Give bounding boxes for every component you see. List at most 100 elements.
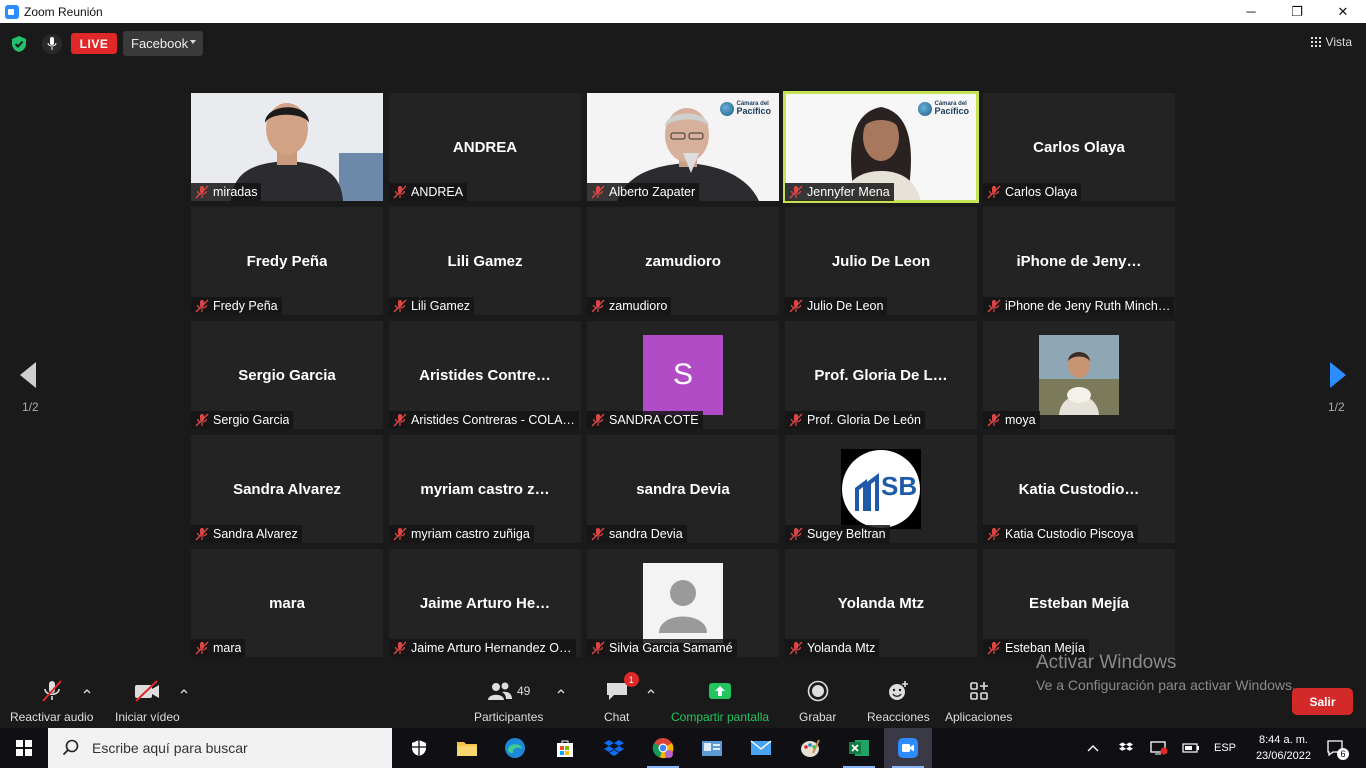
participant-avatar-photo — [1039, 335, 1119, 415]
participant-nameplate: Sergio Garcia — [191, 411, 294, 429]
muted-mic-icon — [789, 527, 803, 541]
clock-date: 23/06/2022 — [1255, 750, 1311, 762]
chat-button[interactable]: 1 Chat — [604, 672, 639, 724]
participants-label: Participantes — [474, 710, 544, 724]
next-page-arrow-icon[interactable] — [1328, 360, 1348, 390]
participant-tile[interactable]: moya — [983, 321, 1175, 429]
participant-tile[interactable]: mara mara — [191, 549, 383, 657]
contacts-app-icon[interactable] — [688, 728, 736, 768]
share-screen-button[interactable]: Compartir pantalla — [671, 678, 769, 724]
participant-tile[interactable]: Jaime Arturo He… Jaime Arturo Hernandez O… — [389, 549, 581, 657]
start-button[interactable] — [0, 728, 48, 768]
participant-nameplate: Fredy Peña — [191, 297, 282, 315]
participant-tile[interactable]: Julio De Leon Julio De Leon — [785, 207, 977, 315]
muted-mic-icon — [393, 185, 407, 199]
participant-nameplate: SANDRA COTE — [587, 411, 703, 429]
participant-tile[interactable]: S SANDRA COTE — [587, 321, 779, 429]
taskbar-search-input[interactable]: Escribe aquí para buscar — [48, 728, 392, 768]
stream-target-dropdown[interactable]: Facebook — [123, 31, 203, 56]
live-badge[interactable]: LIVE — [71, 33, 117, 54]
apps-icon — [968, 678, 990, 704]
page-indicator-left: 1/2 — [22, 400, 39, 414]
chat-options-chevron-icon[interactable] — [647, 688, 655, 694]
participant-tile[interactable]: Sandra Alvarez Sandra Alvarez — [191, 435, 383, 543]
participants-options-chevron-icon[interactable] — [557, 688, 565, 694]
minimize-button[interactable]: ─ — [1228, 0, 1274, 23]
apps-label: Aplicaciones — [945, 710, 1013, 724]
participant-nameplate: Aristides Contreras - COLA… — [389, 411, 579, 429]
file-explorer-icon[interactable] — [443, 728, 491, 768]
participant-tile[interactable]: Aristides Contre… Aristides Contreras - C… — [389, 321, 581, 429]
participant-tile[interactable]: myriam castro z… myriam castro zuñiga — [389, 435, 581, 543]
participant-tile[interactable]: Lili Gamez Lili Gamez — [389, 207, 581, 315]
participant-tile[interactable]: Esteban Mejía Esteban Mejía — [983, 549, 1175, 657]
participant-nameplate: mara — [191, 639, 246, 657]
notifications-icon[interactable]: 6 — [1325, 728, 1349, 768]
view-button[interactable]: Vista — [1310, 35, 1352, 49]
participant-tile[interactable]: ANDREA ANDREA — [389, 93, 581, 201]
participant-tile[interactable]: Cámara del Pacífico Alberto Zapater — [587, 93, 779, 201]
dropbox-tray-icon[interactable] — [1118, 728, 1134, 768]
close-window-button[interactable]: ✕ — [1320, 0, 1366, 23]
reactions-label: Reacciones — [867, 710, 930, 724]
network-tray-icon[interactable] — [1150, 728, 1168, 768]
participant-tile[interactable]: Sergio Garcia Sergio Garcia — [191, 321, 383, 429]
excel-app-icon[interactable] — [835, 728, 883, 768]
participant-name: moya — [1005, 413, 1036, 427]
zoom-app-taskbar-icon[interactable] — [884, 728, 932, 768]
participant-tile[interactable]: Fredy Peña Fredy Peña — [191, 207, 383, 315]
dropbox-icon[interactable] — [590, 728, 638, 768]
participant-nameplate: ANDREA — [389, 183, 468, 201]
participant-nameplate: Yolanda Mtz — [785, 639, 880, 657]
muted-mic-icon — [591, 413, 605, 427]
participant-tile[interactable]: miradas — [191, 93, 383, 201]
record-button[interactable]: Grabar — [799, 678, 836, 724]
participant-tile[interactable]: Carlos Olaya Carlos Olaya — [983, 93, 1175, 201]
edge-browser-icon[interactable] — [491, 728, 539, 768]
maximize-button[interactable]: ❐ — [1274, 0, 1320, 23]
mail-app-icon[interactable] — [737, 728, 785, 768]
participant-name: Katia Custodio Piscoya — [1005, 527, 1134, 541]
video-options-chevron-icon[interactable] — [180, 688, 188, 694]
notifications-count: 6 — [1337, 748, 1349, 760]
audio-options-chevron-icon[interactable] — [83, 688, 91, 694]
show-hidden-icons-chevron-icon[interactable] — [1086, 728, 1100, 768]
leave-meeting-button[interactable]: Salir — [1292, 688, 1353, 715]
chat-label: Chat — [604, 710, 630, 724]
participant-tile[interactable]: Silvia Garcia Samamé — [587, 549, 779, 657]
security-shield-icon[interactable] — [10, 35, 28, 53]
chat-unread-badge: 1 — [623, 672, 639, 687]
previous-page-arrow-icon[interactable] — [18, 360, 38, 390]
task-view-shield-icon[interactable] — [395, 728, 443, 768]
participant-tile[interactable]: Yolanda Mtz Yolanda Mtz — [785, 549, 977, 657]
participant-name: Alberto Zapater — [609, 185, 696, 199]
participant-tile[interactable]: iPhone de Jeny… iPhone de Jeny Ruth Minch… — [983, 207, 1175, 315]
participant-nameplate: Katia Custodio Piscoya — [983, 525, 1138, 543]
participant-nameplate: Sandra Alvarez — [191, 525, 302, 543]
participant-tile[interactable]: sandra Devia sandra Devia — [587, 435, 779, 543]
microsoft-store-icon[interactable] — [541, 728, 589, 768]
chrome-browser-icon[interactable] — [639, 728, 687, 768]
battery-tray-icon[interactable] — [1181, 728, 1201, 768]
muted-mic-icon — [789, 299, 803, 313]
participant-tile[interactable]: SB Sugey Beltran — [785, 435, 977, 543]
language-indicator[interactable]: ESP — [1214, 728, 1236, 768]
mic-status-icon[interactable] — [42, 34, 62, 54]
participant-tile[interactable]: Prof. Gloria De L… Prof. Gloria De León — [785, 321, 977, 429]
paint-app-icon[interactable] — [786, 728, 834, 768]
start-video-button[interactable]: Iniciar vídeo — [115, 678, 180, 724]
taskbar-clock[interactable]: 8:44 a. m. 23/06/2022 — [1256, 732, 1311, 764]
participant-avatar: S — [643, 335, 723, 415]
participant-gallery: miradas ANDREA ANDREA Cámara del Pacífico Alb… — [191, 91, 1175, 657]
apps-button[interactable]: Aplicaciones — [945, 678, 1012, 724]
muted-mic-icon — [195, 641, 209, 655]
reactions-button[interactable]: Reacciones — [867, 678, 930, 724]
participants-button[interactable]: 49 Participantes — [474, 678, 543, 724]
participant-tile[interactable]: zamudioro zamudioro — [587, 207, 779, 315]
participant-name: miradas — [213, 185, 258, 199]
participant-tile[interactable]: Katia Custodio… Katia Custodio Piscoya — [983, 435, 1175, 543]
muted-mic-icon — [591, 185, 605, 199]
participant-tile-active-speaker[interactable]: Cámara del Pacífico Jennyfer Mena — [783, 91, 979, 203]
participant-name: Sandra Alvarez — [213, 527, 298, 541]
unmute-audio-button[interactable]: Reactivar audio — [10, 678, 93, 724]
